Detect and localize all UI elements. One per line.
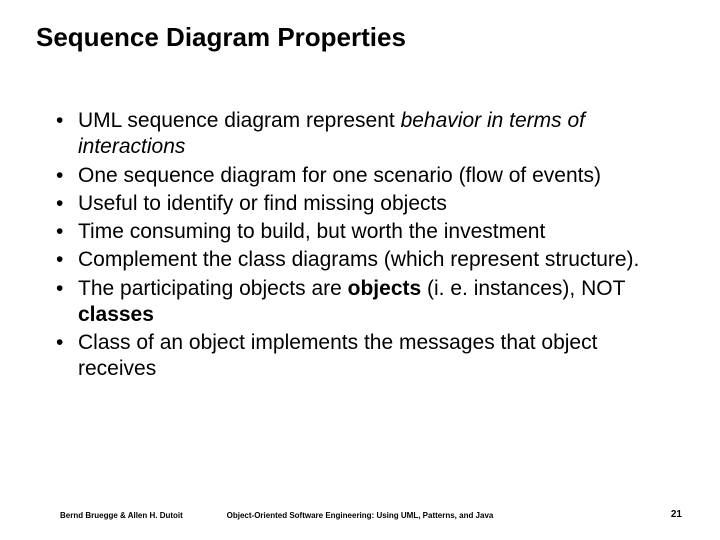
list-item: UML sequence diagram represent behavior … [50, 108, 680, 161]
list-item: Time consuming to build, but worth the i… [50, 219, 680, 245]
page-number: 21 [671, 509, 682, 520]
slide: Sequence Diagram Properties UML sequence… [0, 0, 720, 540]
list-item: Complement the class diagrams (which rep… [50, 247, 680, 273]
footer-title: Object-Oriented Software Engineering: Us… [0, 511, 720, 520]
text: One sequence diagram for one scenario (f… [78, 164, 601, 187]
text: UML sequence diagram represent [78, 109, 401, 132]
list-item: The participating objects are objects (i… [50, 276, 680, 329]
slide-title: Sequence Diagram Properties [36, 22, 406, 53]
bullet-list: UML sequence diagram represent behavior … [50, 108, 680, 383]
slide-body: UML sequence diagram represent behavior … [50, 108, 680, 385]
text-bold: classes [78, 303, 154, 326]
list-item: Class of an object implements the messag… [50, 330, 680, 383]
text: Complement the class diagrams (which rep… [78, 248, 639, 271]
text: The participating objects are [78, 277, 348, 300]
list-item: One sequence diagram for one scenario (f… [50, 163, 680, 189]
text-bold: objects [348, 277, 422, 300]
text: Useful to identify or find missing objec… [78, 192, 447, 215]
text: Time consuming to build, but worth the i… [78, 220, 545, 243]
list-item: Useful to identify or find missing objec… [50, 191, 680, 217]
text: (i. e. instances), NOT [421, 277, 625, 300]
footer: Bernd Bruegge & Allen H. Dutoit Object-O… [0, 502, 720, 520]
text: Class of an object implements the messag… [78, 331, 597, 380]
